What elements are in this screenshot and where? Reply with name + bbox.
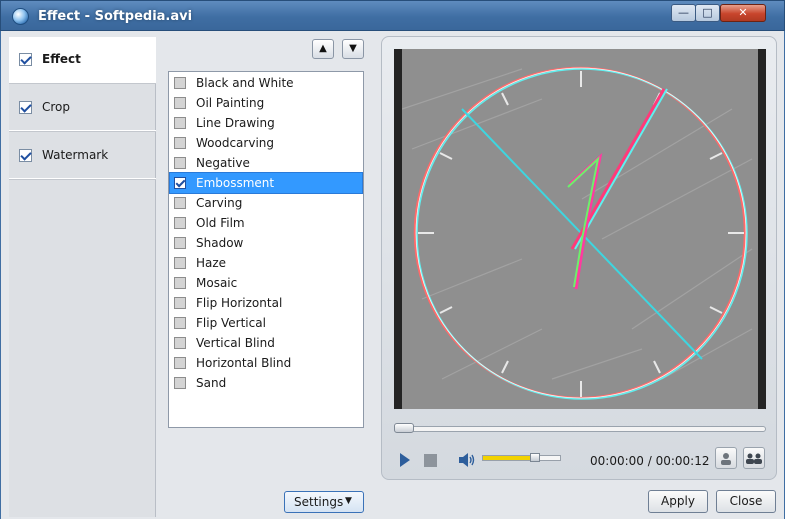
effect-label: Embossment (196, 176, 275, 190)
effect-item-woodcarving[interactable]: Woodcarving (170, 133, 362, 153)
effect-label: Black and White (196, 76, 294, 90)
category-panel: Effect Crop Watermark (9, 37, 156, 517)
effect-label: Mosaic (196, 276, 238, 290)
dialog-body: Effect Crop Watermark ▲ ▼ Black and Whit… (0, 31, 785, 519)
embossed-clock-frame (402, 49, 758, 409)
effect-checkbox[interactable] (174, 257, 186, 269)
effect-list[interactable]: Black and White Oil Painting Line Drawin… (168, 71, 364, 428)
seek-handle[interactable] (394, 423, 414, 433)
category-watermark[interactable]: Watermark (9, 133, 156, 179)
effect-label: Horizontal Blind (196, 356, 292, 370)
category-label: Watermark (42, 148, 109, 162)
effect-label: Oil Painting (196, 96, 265, 110)
effect-label: Carving (196, 196, 243, 210)
maximize-button[interactable]: □ (695, 4, 720, 22)
window-title: Effect - Softpedia.avi (38, 9, 193, 24)
category-watermark-checkbox[interactable] (19, 149, 32, 162)
effect-checkbox[interactable] (174, 177, 186, 189)
time-readout: 00:00:00 / 00:00:12 (590, 454, 710, 468)
settings-button[interactable]: Settings ▼ (284, 491, 364, 513)
effect-item-haze[interactable]: Haze (170, 253, 362, 273)
category-crop-checkbox[interactable] (19, 101, 32, 114)
play-icon[interactable] (400, 453, 410, 467)
category-label: Effect (42, 52, 81, 66)
effect-checkbox[interactable] (174, 117, 186, 129)
video-preview (394, 49, 766, 409)
volume-handle[interactable] (530, 453, 540, 462)
move-down-button[interactable]: ▼ (342, 39, 364, 59)
apply-button[interactable]: Apply (648, 490, 708, 513)
close-button[interactable]: Close (716, 490, 776, 513)
effect-item-embossment[interactable]: Embossment (169, 172, 363, 194)
category-crop[interactable]: Crop (9, 85, 156, 131)
effect-label: Shadow (196, 236, 244, 250)
effect-label: Haze (196, 256, 227, 270)
volume-icon[interactable] (458, 452, 475, 468)
effect-checkbox[interactable] (174, 377, 186, 389)
effect-item-mosaic[interactable]: Mosaic (170, 273, 362, 293)
category-effect-checkbox[interactable] (19, 53, 32, 66)
effect-checkbox[interactable] (174, 97, 186, 109)
snapshot-button[interactable] (715, 447, 737, 469)
title-bar: Effect - Softpedia.avi — □ ✕ (0, 0, 785, 31)
effect-label: Flip Vertical (196, 316, 266, 330)
effect-label: Line Drawing (196, 116, 275, 130)
category-effect[interactable]: Effect (9, 37, 156, 83)
effect-item-old-film[interactable]: Old Film (170, 213, 362, 233)
volume-level (483, 456, 537, 460)
effect-label: Flip Horizontal (196, 296, 283, 310)
effect-label: Woodcarving (196, 136, 275, 150)
effect-item-flip-horizontal[interactable]: Flip Horizontal (170, 293, 362, 313)
effect-item-horizontal-blind[interactable]: Horizontal Blind (170, 353, 362, 373)
effect-checkbox[interactable] (174, 77, 186, 89)
chevron-down-icon: ▼ (345, 496, 352, 506)
effect-item-black-and-white[interactable]: Black and White (170, 73, 362, 93)
volume-slider[interactable] (482, 455, 561, 461)
effect-label: Negative (196, 156, 250, 170)
effect-item-negative[interactable]: Negative (170, 153, 362, 173)
effect-item-carving[interactable]: Carving (170, 193, 362, 213)
effect-checkbox[interactable] (174, 137, 186, 149)
stop-icon[interactable] (424, 454, 437, 467)
effect-checkbox[interactable] (174, 317, 186, 329)
effect-item-shadow[interactable]: Shadow (170, 233, 362, 253)
effect-item-oil-painting[interactable]: Oil Painting (170, 93, 362, 113)
effect-checkbox[interactable] (174, 197, 186, 209)
user-icon (721, 453, 731, 465)
close-window-button[interactable]: ✕ (720, 4, 766, 22)
effect-checkbox[interactable] (174, 157, 186, 169)
effect-item-line-drawing[interactable]: Line Drawing (170, 113, 362, 133)
effect-checkbox[interactable] (174, 297, 186, 309)
settings-button-label: Settings (294, 495, 344, 509)
effect-item-vertical-blind[interactable]: Vertical Blind (170, 333, 362, 353)
effect-checkbox[interactable] (174, 237, 186, 249)
effect-label: Old Film (196, 216, 245, 230)
effect-label: Vertical Blind (196, 336, 275, 350)
minimize-button[interactable]: — (671, 4, 696, 22)
category-label: Crop (42, 100, 71, 114)
compare-button[interactable] (743, 447, 765, 469)
effect-item-flip-vertical[interactable]: Flip Vertical (170, 313, 362, 333)
move-up-button[interactable]: ▲ (312, 39, 334, 59)
seek-bar[interactable] (394, 426, 766, 432)
preview-panel: 00:00:00 / 00:00:12 (381, 36, 777, 480)
effect-item-sand[interactable]: Sand (170, 373, 362, 393)
effect-checkbox[interactable] (174, 277, 186, 289)
effect-checkbox[interactable] (174, 217, 186, 229)
effect-checkbox[interactable] (174, 357, 186, 369)
effect-label: Sand (196, 376, 227, 390)
users-icon (746, 453, 762, 464)
effect-checkbox[interactable] (174, 337, 186, 349)
app-globe-icon (12, 8, 29, 25)
